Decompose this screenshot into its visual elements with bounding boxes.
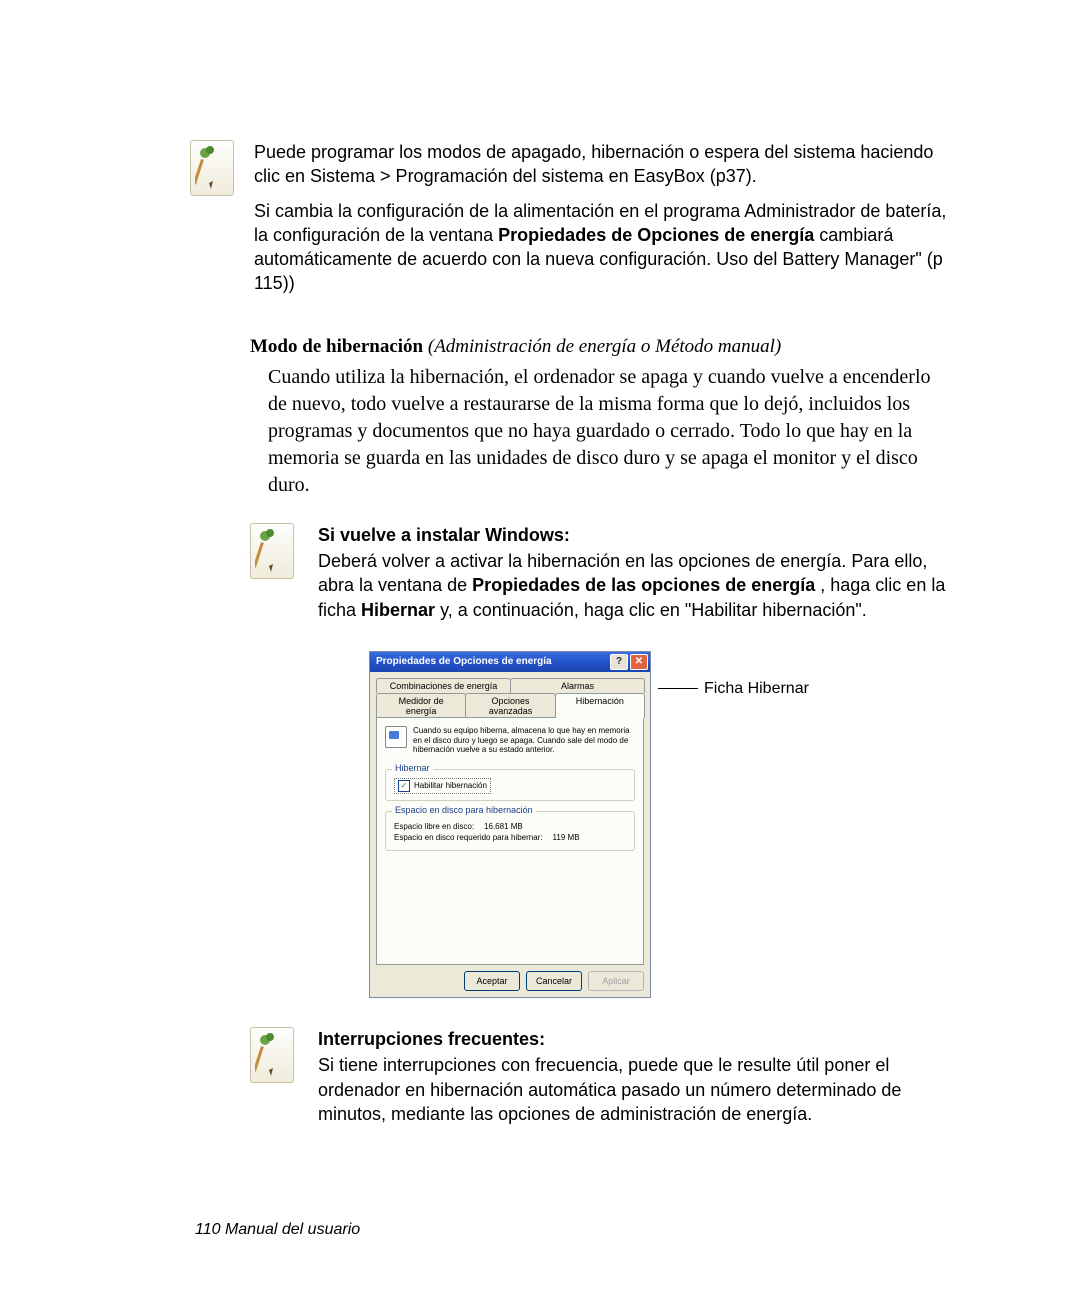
note3-body: Si tiene interrupciones con frecuencia, … (318, 1053, 950, 1126)
note1-p1: Puede programar los modos de apagado, hi… (254, 140, 950, 189)
power-options-dialog: Propiedades de Opciones de energía ? ✕ C… (370, 652, 650, 997)
note-icon (250, 1027, 294, 1083)
note1-p2: Si cambia la configuración de la aliment… (254, 199, 950, 296)
apply-button[interactable]: Aplicar (588, 971, 644, 991)
tab-medidor[interactable]: Medidor de energía (376, 693, 466, 718)
callout-label: Ficha Hibernar (704, 680, 809, 698)
callout-ficha-hibernar: Ficha Hibernar (658, 680, 809, 698)
note-block-3: Interrupciones frecuentes: Si tiene inte… (250, 1027, 950, 1132)
note-block-1: Puede programar los modos de apagado, hi… (250, 140, 950, 306)
help-button[interactable]: ? (610, 654, 628, 670)
required-space-value: 119 MB (553, 833, 580, 842)
ok-button[interactable]: Aceptar (464, 971, 520, 991)
dialog-titlebar: Propiedades de Opciones de energía ? ✕ (370, 652, 650, 672)
note-icon (190, 140, 234, 196)
enable-hibernation-checkbox[interactable]: ✓ Habilitar hibernación (394, 778, 491, 794)
tab-combinaciones[interactable]: Combinaciones de energía (376, 678, 511, 693)
free-space-value: 16.681 MB (484, 822, 523, 831)
dialog-screenshot-wrap: Propiedades de Opciones de energía ? ✕ C… (370, 652, 950, 997)
tab-hibernacion[interactable]: Hibernación (555, 693, 645, 718)
note-icon (250, 523, 294, 579)
tab-opciones-avanzadas[interactable]: Opciones avanzadas (465, 693, 555, 718)
checkbox-icon: ✓ (398, 780, 410, 792)
free-space-label: Espacio libre en disco: (394, 822, 474, 831)
note3-title: Interrupciones frecuentes: (318, 1027, 950, 1051)
note-block-2: Si vuelve a instalar Windows: Deberá vol… (250, 523, 950, 628)
required-space-label: Espacio en disco requerido para hibernar… (394, 833, 543, 842)
page-footer: 110 Manual del usuario (195, 1221, 360, 1239)
note2-title: Si vuelve a instalar Windows: (318, 523, 950, 547)
hibernate-description: Cuando su equipo hiberna, almacena lo qu… (413, 726, 635, 755)
group-diskspace-title: Espacio en disco para hibernación (392, 805, 536, 815)
close-button[interactable]: ✕ (630, 654, 648, 670)
cancel-button[interactable]: Cancelar (526, 971, 582, 991)
tab-alarmas[interactable]: Alarmas (510, 678, 645, 693)
group-hibernar-title: Hibernar (392, 763, 433, 773)
note2-body: Deberá volver a activar la hibernación e… (318, 549, 950, 622)
hibernate-icon (385, 726, 407, 748)
section-heading: Modo de hibernación (Administración de e… (250, 336, 950, 358)
dialog-title: Propiedades de Opciones de energía (376, 656, 552, 667)
callout-line (658, 688, 698, 689)
section-paragraph: Cuando utiliza la hibernación, el ordena… (250, 364, 950, 499)
